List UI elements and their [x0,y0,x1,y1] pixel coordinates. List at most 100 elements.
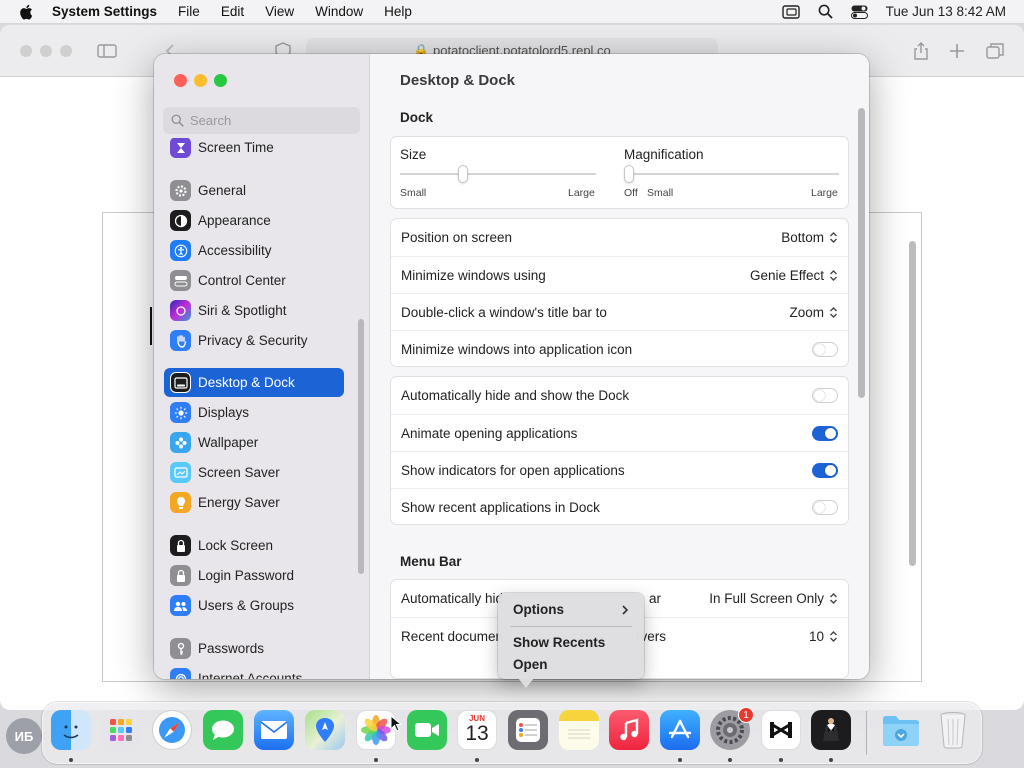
sidebar-item-label: Screen Time [198,140,274,155]
messages-icon[interactable] [203,710,243,750]
key-icon [170,638,191,659]
avatar[interactable]: ИБ [6,718,42,754]
sidebar-item-screen-time[interactable]: Screen Time [164,138,344,162]
menu-item-options[interactable]: Options [513,602,564,617]
double-click-action-select[interactable]: Zoom [789,305,838,320]
sidebar-item-login-password[interactable]: Login Password [164,561,344,590]
settings-content: Desktop & Dock Dock Size Small Large Mag… [370,54,869,679]
new-tab-icon[interactable] [946,40,968,62]
sidebar-item-appearance[interactable]: Appearance [164,206,344,235]
show-indicators-toggle[interactable] [812,462,838,478]
dock-context-menu: Options Show Recents Open [498,593,644,679]
browser-zoom-button[interactable] [60,45,72,57]
finder-icon[interactable] [51,710,91,750]
tab-overview-icon[interactable] [984,40,1006,62]
system-settings-icon[interactable]: 1 [710,707,754,750]
recent-documents-value: 10 [808,628,824,644]
row-label: Minimize windows using [401,267,546,283]
sidebar-item-label: Login Password [198,568,295,583]
sidebar-item-general[interactable]: General [164,176,344,205]
search-field[interactable]: Search [163,107,360,134]
safari-icon[interactable] [152,710,192,750]
menu-window[interactable]: Window [315,4,363,19]
zoom-button[interactable] [214,74,227,87]
accessibility-icon [170,240,191,261]
music-icon[interactable] [609,710,649,750]
auto-hide-menu-bar-value: In Full Screen Only [709,591,824,606]
search-icon [171,114,184,127]
sidebar-item-siri-spotlight[interactable]: Siri & Spotlight [164,296,344,325]
sidebar-item-energy-saver[interactable]: Energy Saver [164,488,344,517]
menu-file[interactable]: File [178,4,200,19]
up-down-chevron-icon [830,593,837,604]
settings-sidebar: Search Screen Time General Appearance Ac… [154,54,370,679]
mouse-pointer-icon [390,715,402,732]
menu-item-show-recents[interactable]: Show Recents [513,635,605,650]
auto-hide-dock-toggle[interactable] [812,388,838,403]
minimize-button[interactable] [194,74,207,87]
size-slider-track[interactable] [400,173,596,175]
show-recent-apps-toggle[interactable] [812,499,838,515]
menubar-clock[interactable]: Tue Jun 13 8:42 AM [886,4,1006,19]
sidebar-item-label: General [198,183,247,198]
dock-options-group: Position on screen Bottom Minimize windo… [390,218,849,367]
menu-item-open[interactable]: Open [513,657,548,672]
sidebar-item-users-groups[interactable]: Users & Groups [164,591,344,620]
sidebar-item-accessibility[interactable]: Accessibility [164,236,344,265]
capcut-icon[interactable] [761,710,801,750]
position-select[interactable]: Bottom [781,230,838,245]
magnification-min-label: Small [647,187,674,199]
launchpad-icon[interactable] [101,710,141,750]
menu-help[interactable]: Help [384,4,412,19]
webpage-scrollbar[interactable] [909,241,916,566]
sidebar-item-wallpaper[interactable]: Wallpaper [164,428,344,457]
minimize-into-icon-toggle[interactable] [812,341,838,357]
siri-icon [170,300,191,321]
sidebar-item-screen-saver[interactable]: Screen Saver [164,458,344,487]
facetime-icon[interactable] [407,710,447,750]
downloads-folder-icon[interactable] [881,710,921,750]
menu-edit[interactable]: Edit [221,4,244,19]
sidebar-toggle-icon[interactable] [96,40,118,62]
sidebar-item-desktop-dock[interactable]: Desktop & Dock [164,368,344,397]
calendar-icon[interactable]: JUN 13 [457,710,497,750]
content-scrollbar[interactable] [858,108,865,398]
sidebar-scrollbar[interactable] [358,319,364,574]
spotlight-search-icon[interactable] [818,4,833,19]
notes-icon[interactable] [559,710,599,750]
magnification-slider-thumb[interactable] [624,165,634,183]
reminders-icon[interactable] [508,710,548,750]
menu-app-name[interactable]: System Settings [52,4,157,19]
flower-icon [170,432,191,453]
sidebar-item-internet-accounts[interactable]: Internet Accounts [164,664,344,679]
maps-icon[interactable] [305,710,345,750]
menu-view[interactable]: View [265,4,294,19]
auto-hide-menu-bar-select[interactable]: In Full Screen Only [709,591,838,606]
sidebar-item-privacy-security[interactable]: Privacy & Security [164,326,344,355]
close-button[interactable] [174,74,187,87]
sidebar-item-passwords[interactable]: Passwords [164,634,344,663]
dock: JUN 13 1 [42,702,982,764]
trash-icon[interactable] [933,710,973,750]
mail-icon[interactable] [254,710,294,750]
sidebar-item-label: Siri & Spotlight [198,303,287,318]
browser-close-button[interactable] [20,45,32,57]
row-label: Position on screen [401,230,513,245]
lock-icon [170,535,191,556]
browser-minimize-button[interactable] [40,45,52,57]
sidebar-item-displays[interactable]: Displays [164,398,344,427]
magnification-slider-track[interactable] [624,173,839,175]
stage-manager-icon[interactable] [781,4,800,19]
control-center-icon[interactable] [850,5,868,19]
sidebar-item-lock-screen[interactable]: Lock Screen [164,531,344,560]
recent-documents-select[interactable]: 10 [809,629,838,644]
share-icon[interactable] [910,40,932,62]
size-slider-thumb[interactable] [457,165,468,183]
animate-opening-toggle[interactable] [812,425,838,441]
bartender-icon[interactable] [811,710,851,750]
sidebar-item-control-center[interactable]: Control Center [164,266,344,295]
apple-icon[interactable] [18,3,36,21]
minimize-effect-select[interactable]: Genie Effect [750,268,838,283]
app-store-icon[interactable] [660,710,700,750]
at-icon [170,668,191,679]
